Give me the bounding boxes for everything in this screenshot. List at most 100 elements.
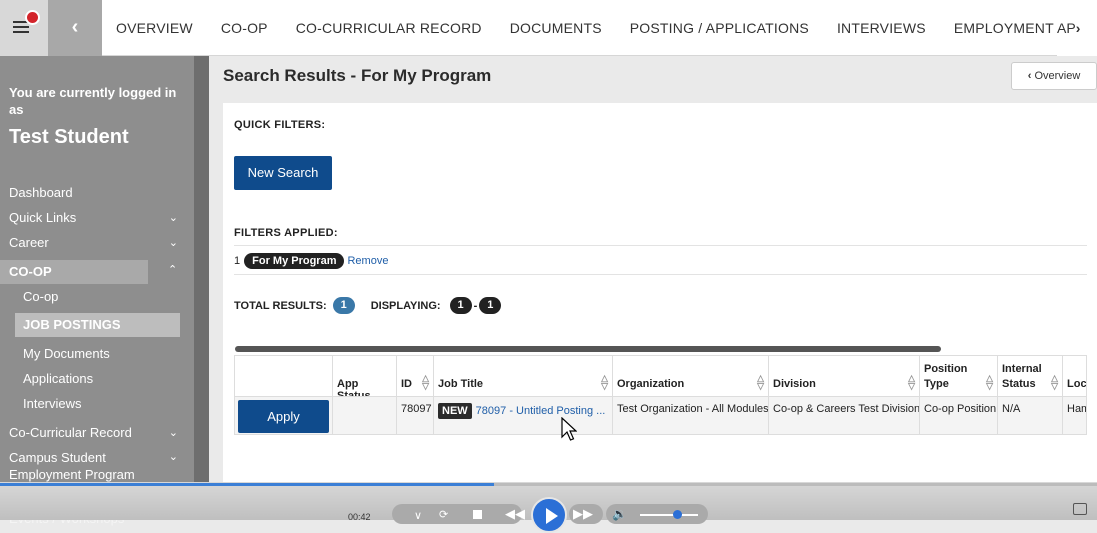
sidebar-item-label: Quick Links [9,210,77,225]
header-label: Internal Status [1002,363,1042,390]
tab-posting-applications[interactable]: POSTING / APPLICATIONS [616,0,823,56]
overview-label: Overview [1034,70,1081,82]
chevron-right-icon: › [1075,20,1081,36]
table-row-actions: Apply [235,396,333,434]
header-actions [235,356,333,396]
header-label: ID [401,378,412,390]
new-badge: NEW [438,403,472,419]
volume-slider[interactable] [640,514,698,516]
quick-filters-label: QUICK FILTERS: [234,119,326,131]
chevron-down-icon: ⌄ [168,237,178,249]
sidebar-item-career[interactable]: Career ⌄ [0,232,194,254]
top-navigation: ‹ OVERVIEW CO-OP CO-CURRICULAR RECORD DO… [0,0,1097,56]
video-progress-bar[interactable] [0,483,1097,486]
filter-count: 1 [234,255,241,267]
applied-filter: 1 For My Program Remove [234,253,388,269]
header-label: Organization [617,378,685,390]
sidebar-item-label: CO-OP [9,264,52,279]
cell-job-title: NEW 78097 - Untitled Posting ... [434,396,613,434]
chevron-up-icon[interactable]: ⌃ [168,263,177,276]
displaying-label: DISPLAYING: [370,299,441,312]
cell-division: Co-op & Careers Test Division [769,396,920,434]
horizontal-scrollbar[interactable] [235,346,941,352]
sidebar-subitem-co-op[interactable]: Co-op [23,286,58,308]
loop-icon[interactable]: ⟳ [439,508,448,521]
sidebar-item-co-curricular-record[interactable]: Co-Curricular Record ⌄ [0,422,194,444]
cell-internal-status: N/A [998,396,1063,434]
postings-table: App Status ID △▽ Job Title △▽ Organization… [234,355,1087,435]
sidebar-item-label: Dashboard [9,185,73,200]
header-app-status[interactable]: App Status [333,356,397,402]
video-time: 00:42 [348,512,371,522]
captions-icon[interactable]: ∨ [414,509,422,522]
page-title: Search Results - For My Program [223,66,492,85]
header-id[interactable]: ID △ ▽ [397,356,434,396]
chevron-left-icon: ‹ [1027,70,1032,82]
tab-co-op[interactable]: CO-OP [207,0,282,56]
volume-handle[interactable] [673,510,682,519]
module-tabs: OVERVIEW CO-OP CO-CURRICULAR RECORD DOCU… [102,0,1097,56]
header-internal-status[interactable]: Internal Status △ ▽ [998,356,1063,396]
header-organization[interactable]: Organization △ ▽ [613,356,769,396]
sidebar-item-quick-links[interactable]: Quick Links ⌄ [0,207,194,229]
header-label: Division [773,378,816,390]
filters-applied-label: FILTERS APPLIED: [234,227,338,239]
display-to-badge: 1 [479,297,502,314]
cell-organization: Test Organization - All Modules [613,396,769,434]
chevron-down-icon: ⌄ [168,212,178,224]
total-results-badge: 1 [332,297,355,314]
sidebar-item-dashboard[interactable]: Dashboard [0,182,194,204]
header-label: Job Title [438,378,484,390]
header-label: Position Type [924,363,968,390]
sidebar-subitem-interviews[interactable]: Interviews [23,393,82,415]
notification-badge-icon [25,10,40,25]
header-label: Loca [1067,378,1087,390]
user-name: Test Student [9,126,129,148]
mouse-cursor-icon [561,417,577,441]
tab-more-label: AP [1057,20,1076,36]
cell-position-type: Co-op Position [920,396,998,434]
back-arrow-button[interactable]: ‹ [48,0,102,56]
remove-filter-link[interactable]: Remove [347,255,388,267]
sort-icon: △ ▽ [601,373,608,391]
apply-button[interactable]: Apply [238,400,329,433]
fullscreen-icon[interactable] [1073,503,1087,515]
menu-button[interactable] [0,0,48,56]
play-button[interactable] [531,497,567,533]
tab-co-curricular-record[interactable]: CO-CURRICULAR RECORD [282,0,496,56]
sort-icon: △ ▽ [1051,373,1058,391]
total-results-label: TOTAL RESULTS: [234,299,327,312]
sidebar-edge [194,56,209,520]
sidebar-subitem-my-documents[interactable]: My Documents [23,343,110,365]
chevron-down-icon: ⌄ [168,451,178,463]
sidebar-item-label: Co-Curricular Record [9,425,132,440]
sort-icon: △ ▽ [986,373,993,391]
main-content: Search Results - For My Program ‹ Overvi… [209,56,1097,520]
tab-interviews[interactable]: INTERVIEWS [823,0,940,56]
sidebar-subitem-applications[interactable]: Applications [23,368,93,390]
tab-documents[interactable]: DOCUMENTS [496,0,616,56]
tab-overview[interactable]: OVERVIEW [102,0,207,56]
sort-icon: △ ▽ [422,373,429,391]
cell-id: 78097 [397,396,434,434]
divider [234,245,1087,246]
playback-controls [392,504,522,524]
new-search-button[interactable]: New Search [234,156,332,190]
header-job-title[interactable]: Job Title △ ▽ [434,356,613,396]
display-separator: - [473,299,478,312]
stop-icon[interactable] [473,510,482,519]
header-location[interactable]: Loca [1063,356,1087,396]
sidebar: You are currently logged in as Test Stud… [0,56,209,526]
overview-button[interactable]: ‹ Overview [1011,62,1097,90]
header-division[interactable]: Division △ ▽ [769,356,920,396]
sort-icon: △ ▽ [757,373,764,391]
tabs-more[interactable]: AP› [1057,0,1097,56]
filter-pill: For My Program [244,253,345,269]
sidebar-subitem-job-postings[interactable]: JOB POSTINGS [15,313,180,337]
sidebar-item-co-op[interactable]: CO-OP [0,260,148,284]
display-from-badge: 1 [449,297,472,314]
volume-icon[interactable]: 🔉 [612,507,627,521]
header-position-type[interactable]: Position Type △ ▽ [920,356,998,396]
video-progress-fill [0,483,494,486]
job-title-link[interactable]: 78097 - Untitled Posting ... [476,405,606,417]
